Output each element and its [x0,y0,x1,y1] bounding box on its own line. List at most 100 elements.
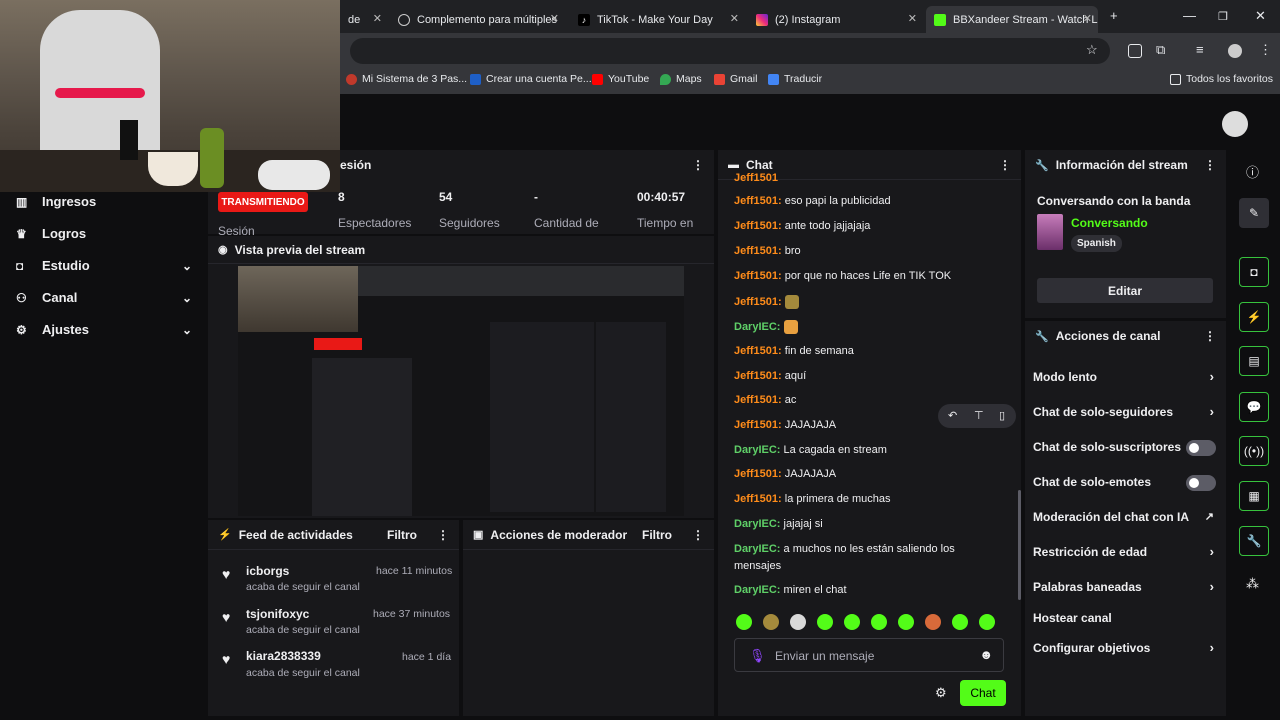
reply-icon[interactable]: ↶ [948,409,957,422]
network-icon[interactable]: ⁂ [1246,576,1259,592]
channel-action-item[interactable]: Chat de solo-seguidores › [1025,404,1226,423]
sidebar-item-canal[interactable]: ⚇ Canal ⌄ [16,290,192,305]
trash-icon[interactable]: ▯ [999,409,1005,422]
chat-username[interactable]: DaryIEC: [734,444,780,456]
chat-username[interactable]: Jeff1501: [734,220,782,232]
close-tab-icon[interactable]: ✕ [1083,12,1092,25]
all-bookmarks[interactable]: Todos los favoritos [1170,73,1273,85]
emote-picker-icon[interactable] [763,614,779,630]
sidebar-item-ajustes[interactable]: ⚙ Ajustes ⌄ [16,322,192,337]
chat-scrollbar[interactable] [1018,490,1021,600]
maximize-button[interactable]: ❐ [1218,10,1228,23]
more-options-icon[interactable]: ⋮ [437,528,449,542]
emoji-icon[interactable]: ☻ [979,647,993,662]
bookmark-translate[interactable]: Traducir [768,73,822,85]
chat-username[interactable]: Jeff1501: [734,419,782,431]
tab-tiktok[interactable]: ♪ TikTok - Make Your Day ✕ [570,6,745,33]
emote-picker-icon[interactable] [952,614,968,630]
media-icon[interactable]: ≡ [1196,42,1204,57]
more-options-icon[interactable]: ⋮ [999,158,1011,172]
toggle-switch[interactable] [1186,475,1216,491]
toggle-switch[interactable] [1186,440,1216,456]
chat-username[interactable]: DaryIEC: [734,543,780,555]
close-tab-icon[interactable]: ✕ [908,12,917,25]
feed-username[interactable]: tsjonifoxyc [246,607,309,621]
feed-username[interactable]: icborgs [246,564,289,578]
channel-action-item[interactable]: Moderación del chat con IA ↗ [1025,510,1226,528]
extension-off-icon[interactable] [1128,44,1142,58]
star-icon[interactable]: ☆ [1086,42,1098,58]
emote-picker-icon[interactable] [817,614,833,630]
emote-picker-icon[interactable] [871,614,887,630]
channel-action-item[interactable]: Restricción de edad › [1025,544,1226,563]
more-options-icon[interactable]: ⋮ [692,528,704,542]
chat-username[interactable]: Jeff1501: [734,296,782,308]
tab-twitch[interactable]: de ✕ [340,6,388,33]
emote-picker-icon[interactable] [979,614,995,630]
close-tab-icon[interactable]: ✕ [550,12,559,25]
channel-action-item[interactable]: Chat de solo-emotes [1025,475,1226,493]
pin-icon[interactable]: ⊤ [974,409,984,422]
channel-action-item[interactable]: Chat de solo-suscriptores [1025,440,1226,458]
edit-button[interactable]: Editar [1037,278,1213,303]
rail-edit-button[interactable]: ✎ [1239,198,1269,228]
chat-username[interactable]: Jeff1501: [734,370,782,382]
profile-icon[interactable] [1228,44,1242,58]
feed-username[interactable]: kiara2838339 [246,649,321,663]
chat-username[interactable]: Jeff1501: [734,394,782,406]
chat-username[interactable]: Jeff1501: [734,345,782,357]
category-link[interactable]: Conversando [1071,216,1148,230]
info-icon[interactable]: ⓘ [1246,162,1259,181]
new-tab-button[interactable]: + [1110,8,1118,23]
bookmark-youtube[interactable]: YouTube [592,73,649,85]
chat-input[interactable]: 🎙 Enviar un mensaje ☻ [734,638,1004,672]
channel-action-item[interactable]: Modo lento › [1025,369,1226,388]
emote-picker-icon[interactable] [736,614,752,630]
rail-bolt-button[interactable]: ⚡ [1239,302,1269,332]
chat-username[interactable]: DaryIEC: [734,584,780,596]
rail-layout-button[interactable]: ▦ [1239,481,1269,511]
minimize-button[interactable]: — [1183,8,1196,23]
stream-preview-video[interactable] [238,266,684,516]
tab-extension[interactable]: Complemento para múltiples ✕ [390,6,565,33]
emote-picker-icon[interactable] [844,614,860,630]
omnibox[interactable] [350,38,1110,64]
bookmark-item[interactable]: Crear una cuenta Pe... [470,73,592,85]
channel-action-item[interactable]: Configurar objetivos › [1025,640,1226,659]
chat-username[interactable]: Jeff1501: [734,245,782,257]
rail-document-button[interactable]: ▤ [1239,346,1269,376]
channel-action-item[interactable]: Hostear canal [1025,611,1226,629]
chat-settings-icon[interactable]: ⚙ [935,685,947,701]
send-chat-button[interactable]: Chat [960,680,1006,706]
emote-picker-icon[interactable] [790,614,806,630]
more-options-icon[interactable]: ⋮ [1204,329,1216,343]
user-avatar[interactable] [1222,111,1248,137]
menu-icon[interactable]: ⋮ [1259,42,1272,58]
mod-filter-button[interactable]: Filtro [642,528,672,542]
chat-username[interactable]: Jeff1501: [734,195,782,207]
rail-wrench-button[interactable]: 🔧 [1239,526,1269,556]
tab-kick-active[interactable]: BBXandeer Stream - Watch L ✕ [926,6,1098,33]
rail-broadcast-button[interactable]: ((•)) [1239,436,1269,466]
channel-action-item[interactable]: Palabras baneadas › [1025,579,1226,598]
emote-picker-icon[interactable] [898,614,914,630]
bookmark-maps[interactable]: Maps [660,73,702,85]
chat-username[interactable]: Jeff1501: [734,270,782,282]
chat-username[interactable]: Jeff1501: [734,468,782,480]
puzzle-icon[interactable]: ⧉ [1156,42,1165,58]
sidebar-item-ingresos[interactable]: ▥ Ingresos [16,194,192,209]
rail-studio-button[interactable]: ◘ [1239,257,1269,287]
feed-filter-button[interactable]: Filtro [387,528,417,542]
close-tab-icon[interactable]: ✕ [730,12,739,25]
more-options-icon[interactable]: ⋮ [1204,158,1216,172]
sidebar-item-logros[interactable]: ♛ Logros [16,226,192,241]
chat-username[interactable]: Jeff1501: [734,493,782,505]
bookmark-gmail[interactable]: Gmail [714,73,757,85]
close-window-button[interactable]: ✕ [1255,8,1266,24]
rail-chat-button[interactable]: 💬 [1239,392,1269,422]
mic-icon[interactable]: 🎙 [749,648,766,664]
bookmark-item[interactable]: Mi Sistema de 3 Pas... [346,73,467,85]
emote-picker-icon[interactable] [925,614,941,630]
close-tab-icon[interactable]: ✕ [373,12,382,25]
sidebar-item-estudio[interactable]: ◘ Estudio ⌄ [16,258,192,273]
